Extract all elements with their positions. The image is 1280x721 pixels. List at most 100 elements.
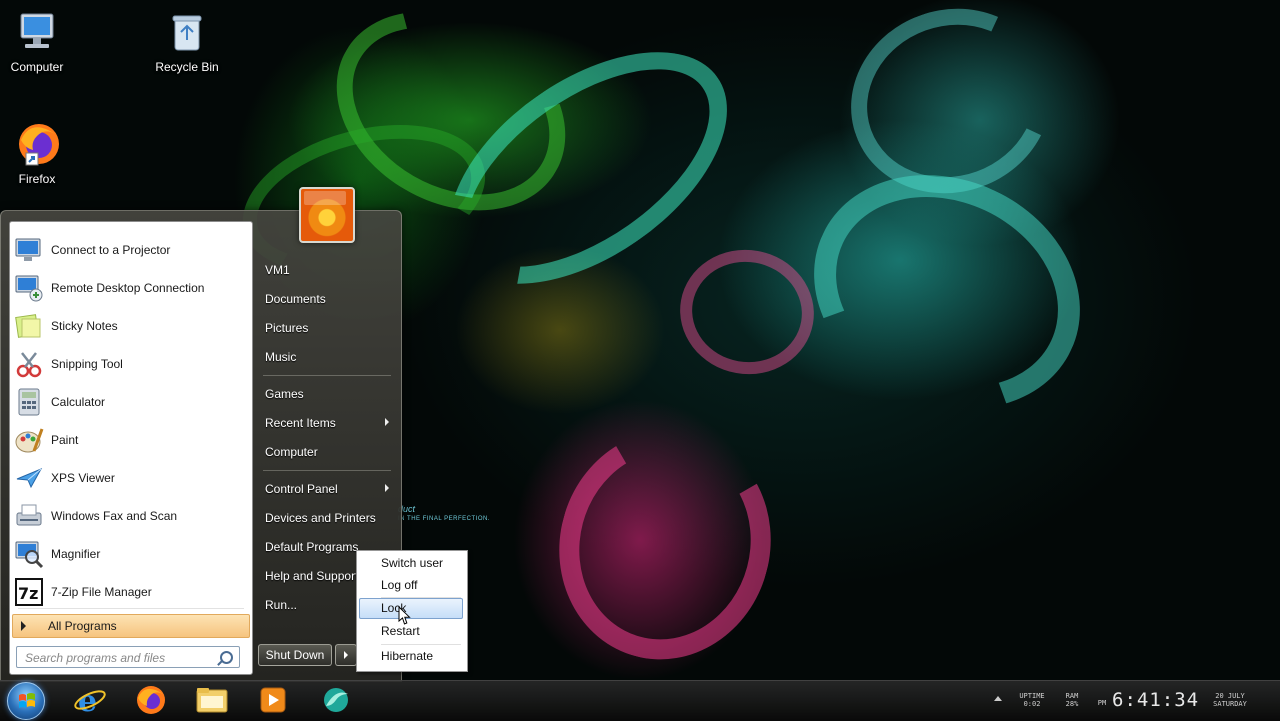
paint-icon	[14, 425, 44, 455]
chevron-right-icon	[385, 484, 389, 492]
desktop-icon-firefox[interactable]: Firefox	[0, 120, 77, 186]
desktop-icon-computer[interactable]: Computer	[0, 8, 77, 74]
right-item-computer[interactable]: Computer	[265, 445, 318, 459]
projector-icon	[14, 235, 44, 265]
firefox-icon[interactable]	[133, 684, 169, 716]
internet-explorer-icon[interactable]: e	[72, 684, 108, 719]
right-item-label: Recent Items	[265, 416, 336, 430]
start-search-box[interactable]	[16, 646, 240, 668]
right-item-recent-items[interactable]: Recent Items	[265, 416, 395, 430]
uptime-gadget: UPTIME 0:02	[1012, 692, 1052, 708]
program-7zip[interactable]: 7z 7-Zip File Manager	[12, 574, 250, 610]
right-item-pictures[interactable]: Pictures	[265, 321, 308, 335]
desktop-icon-label: Recycle Bin	[155, 60, 219, 74]
triangle-right-icon	[21, 621, 26, 631]
menu-item-label: Log off	[381, 578, 418, 592]
start-button[interactable]	[7, 682, 45, 720]
right-item-control-panel[interactable]: Control Panel	[265, 482, 395, 496]
program-magnifier[interactable]: Magnifier	[12, 536, 250, 572]
program-label: Snipping Tool	[51, 357, 123, 371]
right-item-label: Documents	[265, 292, 326, 306]
windows-logo-icon	[19, 693, 35, 709]
wallpaper-subtext: IN THE FINAL PERFECTION.	[398, 516, 491, 522]
right-item-devices-printers[interactable]: Devices and Printers	[265, 511, 376, 525]
program-connect-to-projector[interactable]: Connect to a Projector	[12, 232, 250, 268]
right-item-help-support[interactable]: Help and Support	[265, 569, 358, 583]
day-label: SATURDAY	[1213, 700, 1247, 708]
shutdown-options-button[interactable]	[335, 644, 357, 666]
ram-value: 28%	[1065, 700, 1079, 708]
right-item-label: VM1	[265, 263, 290, 277]
menu-separator	[381, 644, 461, 645]
uptime-label: UPTIME	[1019, 692, 1045, 700]
program-calculator[interactable]: Calculator	[12, 384, 250, 420]
wallpaper-swirl	[533, 406, 797, 684]
right-pane-separator	[263, 375, 391, 376]
search-icon[interactable]	[220, 651, 233, 664]
program-sticky-notes[interactable]: Sticky Notes	[12, 308, 250, 344]
start-menu-programs-pane: Connect to a Projector Remote Desktop Co…	[9, 221, 253, 675]
ampm-indicator: PM	[1094, 699, 1110, 707]
firefox-icon	[13, 120, 61, 168]
program-label: Calculator	[51, 395, 106, 409]
desktop-icon-label: Computer	[10, 60, 64, 74]
shutdown-button[interactable]: Shut Down	[258, 644, 332, 666]
right-item-documents[interactable]: Documents	[265, 292, 326, 306]
user-picture[interactable]	[299, 187, 355, 243]
search-input[interactable]	[23, 648, 217, 668]
clock-time[interactable]: 6:41:34	[1112, 689, 1199, 711]
wallpaper-swirl	[670, 239, 824, 385]
uptime-value: 0:02	[1023, 700, 1041, 708]
start-menu: Connect to a Projector Remote Desktop Co…	[0, 187, 402, 682]
all-programs-button[interactable]: All Programs	[12, 614, 250, 638]
clock-date[interactable]: 20 JULY SATURDAY	[1198, 692, 1262, 708]
menu-item-log-off[interactable]: Log off	[359, 575, 463, 596]
ram-label: RAM	[1065, 692, 1079, 700]
right-item-label: Help and Support	[265, 569, 359, 583]
xps-viewer-icon	[14, 463, 44, 493]
desktop-icon-label: Firefox	[18, 172, 56, 186]
programs-separator	[18, 608, 244, 609]
file-explorer-icon[interactable]	[194, 684, 230, 716]
right-item-label: Music	[265, 350, 297, 364]
right-item-label: Control Panel	[265, 482, 338, 496]
menu-item-label: Hibernate	[381, 649, 434, 663]
svg-text:7z: 7z	[18, 584, 38, 603]
show-hidden-icons-button[interactable]	[994, 696, 1002, 701]
menu-item-switch-user[interactable]: Switch user	[359, 553, 463, 574]
menu-item-hibernate[interactable]: Hibernate	[359, 646, 463, 667]
sticky-notes-icon	[14, 311, 44, 341]
right-item-user[interactable]: VM1	[265, 263, 290, 277]
menu-item-label: Switch user	[381, 556, 444, 570]
right-item-label: Run...	[265, 598, 298, 612]
right-item-music[interactable]: Music	[265, 350, 296, 364]
app-icon[interactable]	[318, 684, 354, 716]
program-snipping-tool[interactable]: Snipping Tool	[12, 346, 250, 382]
ampm-label: PM	[1097, 699, 1107, 707]
computer-icon	[13, 8, 61, 56]
right-item-label: Devices and Printers	[265, 511, 376, 525]
program-fax-and-scan[interactable]: Windows Fax and Scan	[12, 498, 250, 534]
program-label: Sticky Notes	[51, 319, 118, 333]
program-xps-viewer[interactable]: XPS Viewer	[12, 460, 250, 496]
right-item-label: Games	[265, 387, 304, 401]
right-item-label: Pictures	[265, 321, 309, 335]
media-player-icon[interactable]	[255, 684, 291, 716]
right-item-games[interactable]: Games	[265, 387, 304, 401]
right-item-run[interactable]: Run...	[265, 598, 297, 612]
shutdown-options-menu: Switch user Log off Lock Restart Hiberna…	[356, 550, 468, 672]
desktop-icon-recycle-bin[interactable]: Recycle Bin	[147, 8, 227, 74]
program-label: XPS Viewer	[51, 471, 115, 485]
program-paint[interactable]: Paint	[12, 422, 250, 458]
program-label: Paint	[51, 433, 79, 447]
magnifier-icon	[14, 539, 44, 569]
snipping-tool-icon	[14, 349, 44, 379]
program-label: Magnifier	[51, 547, 101, 561]
right-item-default-programs[interactable]: Default Programs	[265, 540, 358, 554]
program-label: Remote Desktop Connection	[51, 281, 205, 295]
program-remote-desktop[interactable]: Remote Desktop Connection	[12, 270, 250, 306]
svg-text:e: e	[78, 684, 97, 716]
calculator-icon	[14, 387, 44, 417]
all-programs-label: All Programs	[48, 619, 117, 633]
shutdown-label: Shut Down	[265, 648, 325, 662]
